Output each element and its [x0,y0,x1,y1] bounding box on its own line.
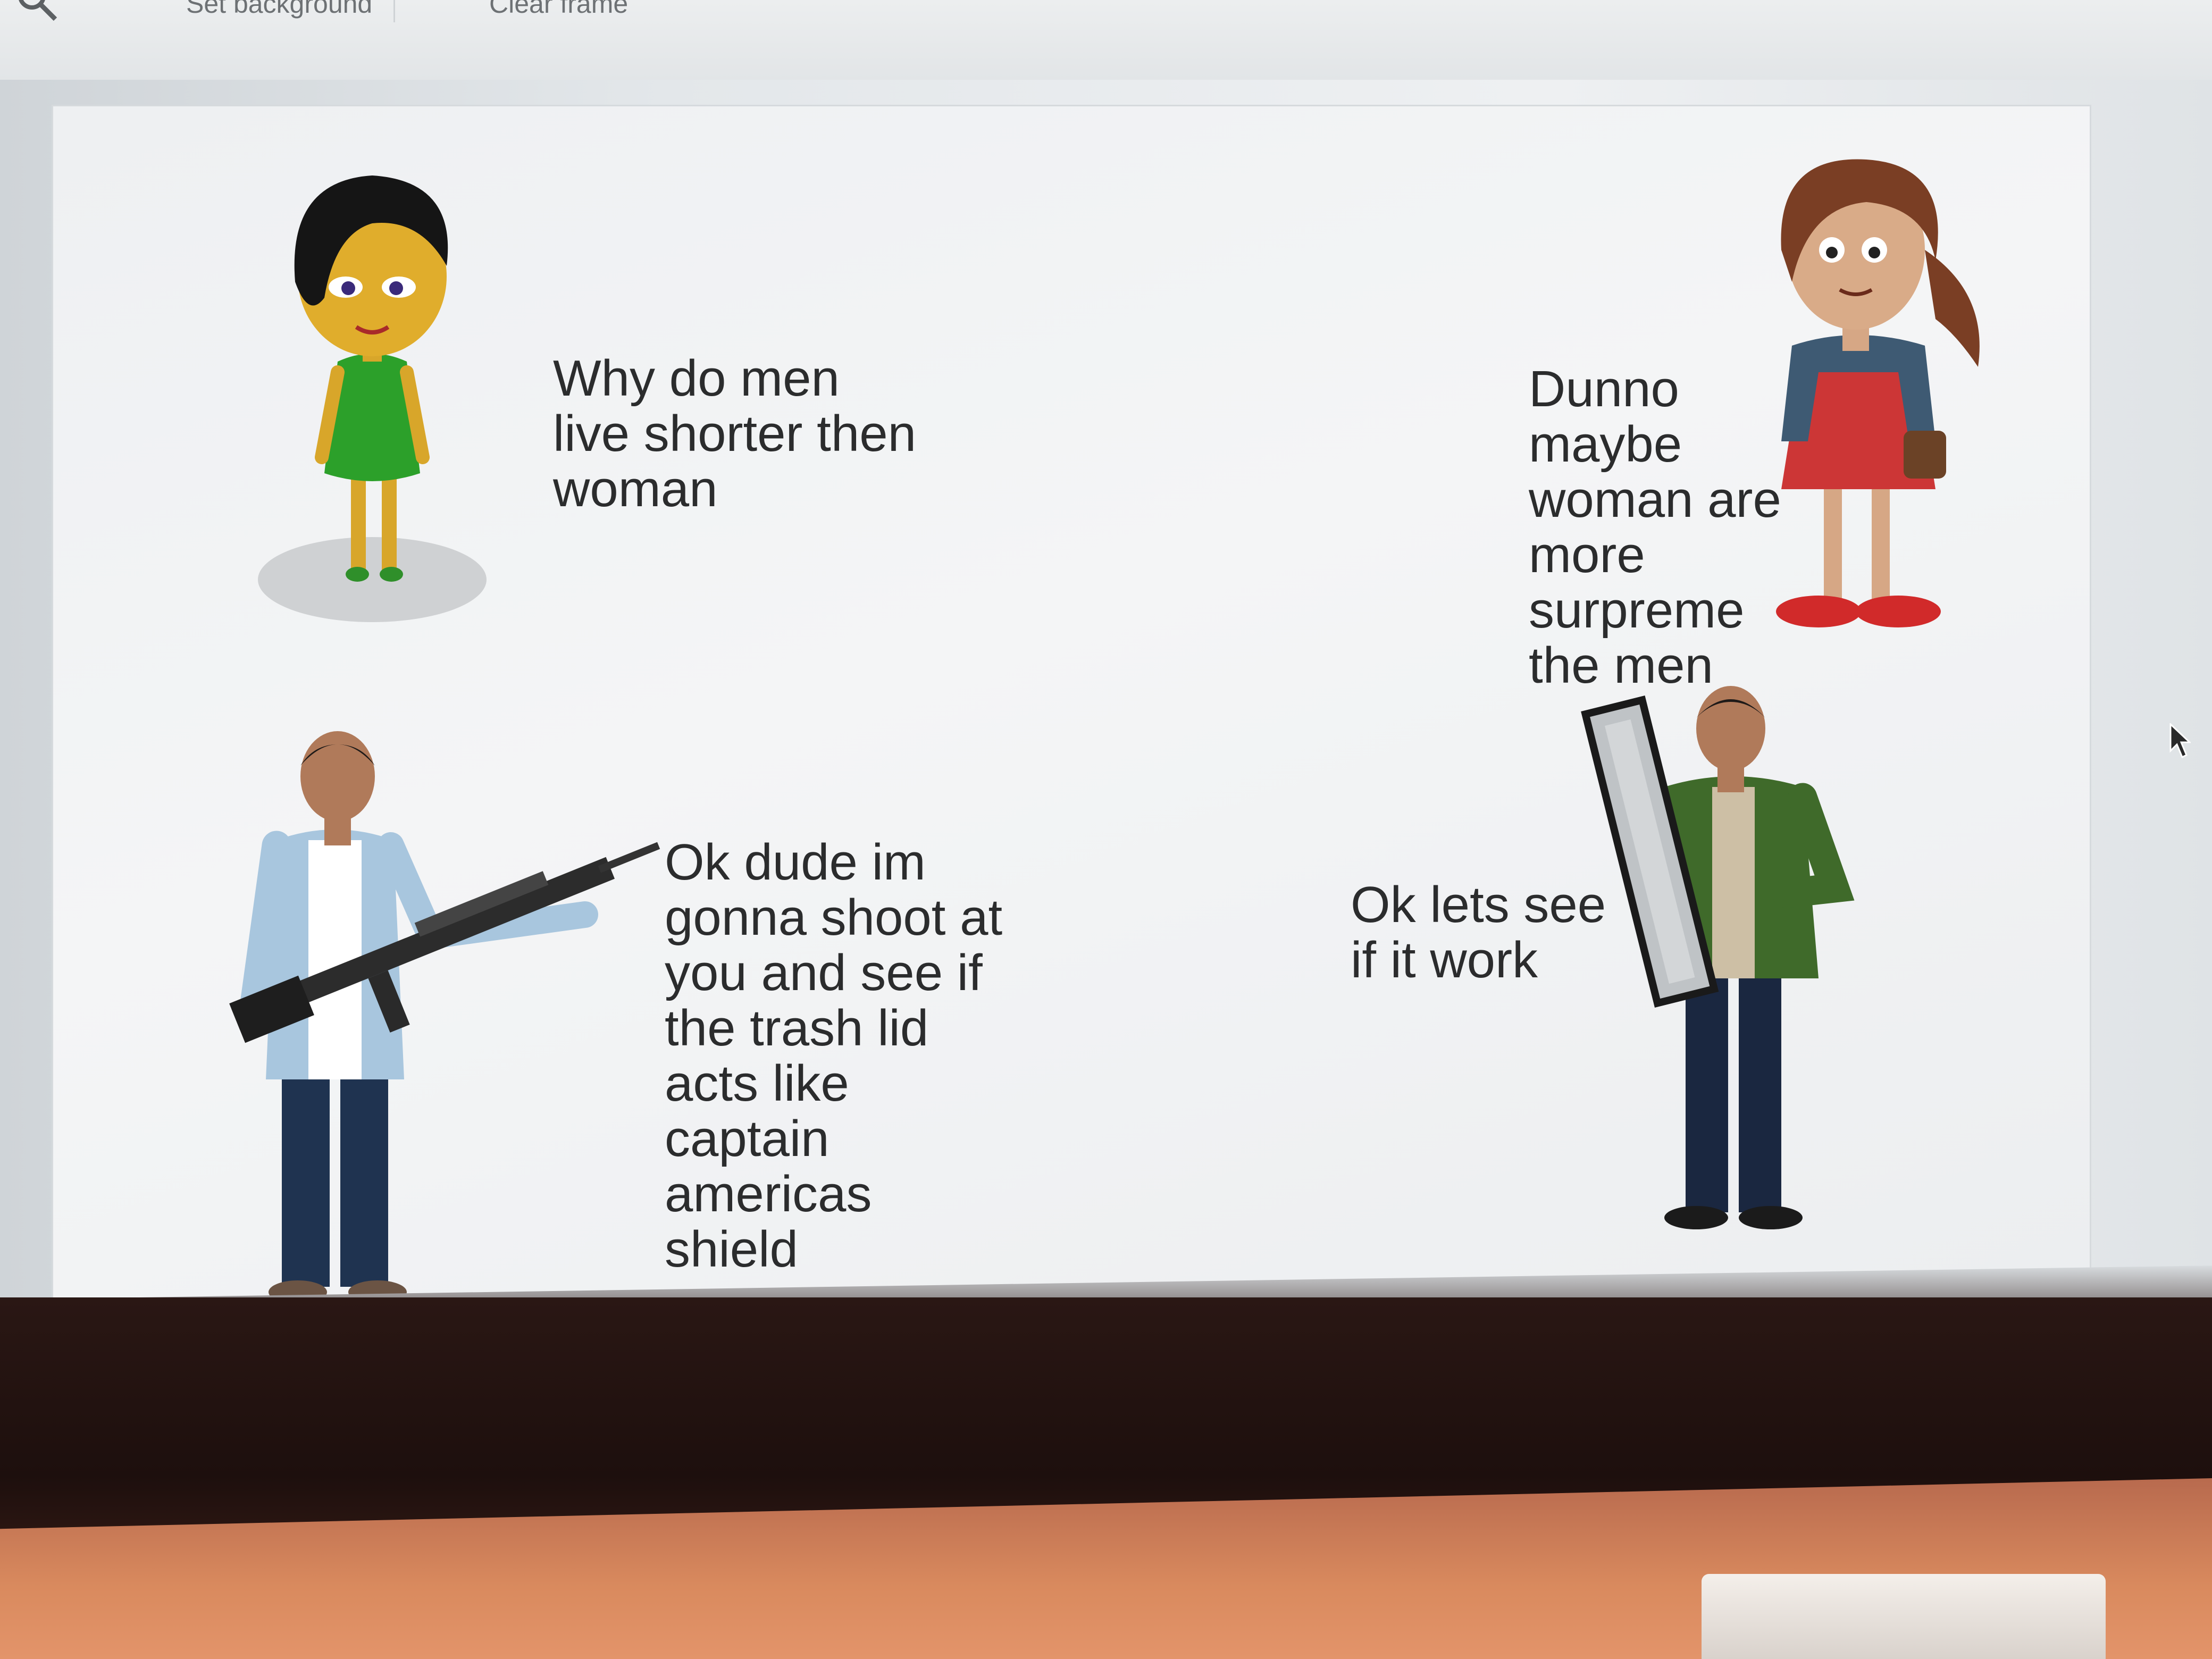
speech-text-woman-green[interactable]: Why do men live shorter then woman [553,351,925,517]
mouse-pointer-icon [2169,723,2191,759]
speech-text-girl-red[interactable]: Dunno maybe woman are more surpreme the … [1529,362,1805,693]
speech-text-man-shield[interactable]: Ok lets see if it work [1351,877,1616,988]
speech-text-man-rifle[interactable]: Ok dude im gonna shoot at you and see if… [665,835,1005,1277]
search-icon[interactable] [11,0,58,21]
woman-green-dress-character[interactable] [245,160,542,638]
scene-canvas[interactable]: Why do men live shorter then woman Dunno… [53,106,2090,1304]
clear-frame-button[interactable]: Clear frame [468,0,649,22]
toolbar: Set background Clear frame [0,0,2212,81]
set-background-button[interactable]: Set background [165,0,396,22]
man-with-rifle-character[interactable] [202,702,670,1308]
laptop-hinge [1702,1574,2106,1659]
